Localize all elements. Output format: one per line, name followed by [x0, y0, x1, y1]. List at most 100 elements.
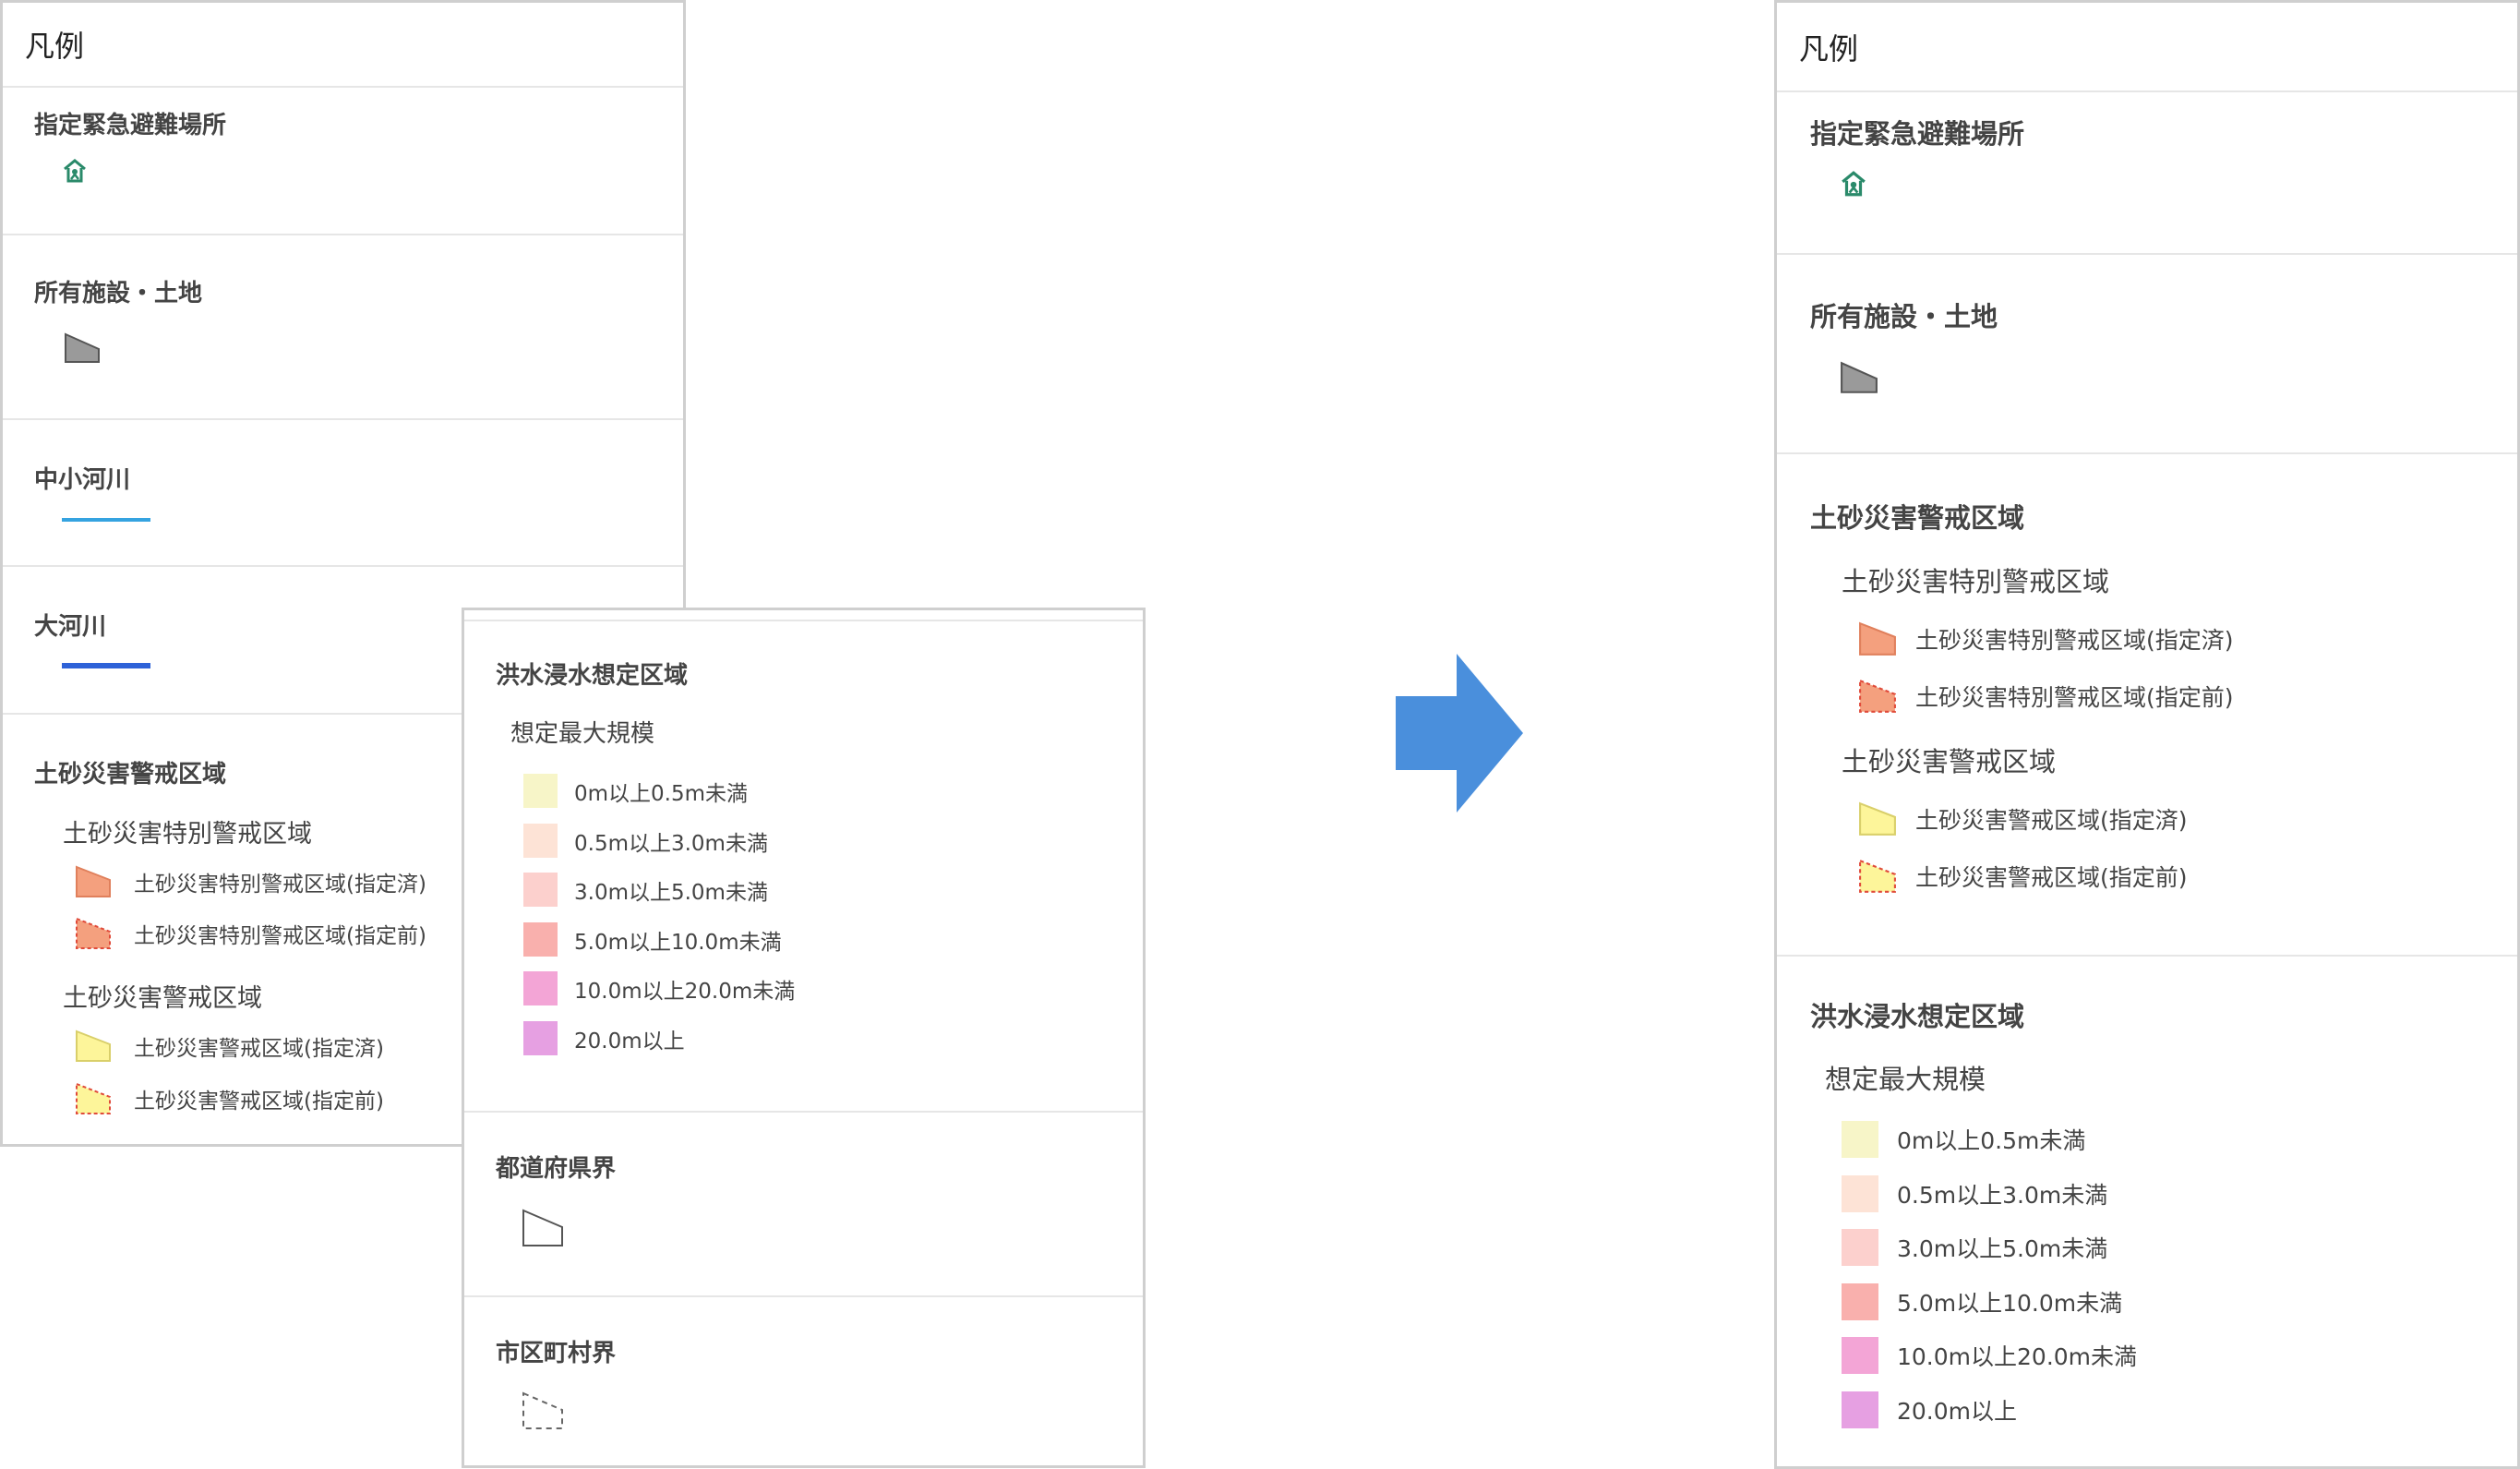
- large-river-line-symbol: [62, 663, 150, 668]
- landslide-warning-designated-item: 土砂災害警戒区域(指定済): [1858, 801, 2188, 837]
- facility-section-title: 所有施設・土地: [34, 280, 203, 307]
- landslide-section-title: 土砂災害警戒区域: [1810, 502, 2025, 534]
- evacuation-shelter-icon: [1842, 171, 1866, 197]
- flood-depth-label: 5.0m以上10.0m未満: [1897, 1290, 2123, 1317]
- landslide-special-predesignated-item: 土砂災害特別警戒区域(指定前): [1858, 678, 2234, 715]
- flood-subtitle: 想定最大規模: [510, 720, 655, 748]
- flood-depth-label: 0.5m以上3.0m未満: [1897, 1182, 2108, 1209]
- landslide-section-title: 土砂災害警戒区域: [34, 761, 227, 789]
- flood-depth-swatch: [1842, 1283, 1878, 1320]
- flood-depth-swatch: [523, 1021, 558, 1055]
- flood-depth-swatch: [523, 873, 558, 907]
- yellow-polygon-icon: [1859, 801, 1896, 836]
- flood-depth-swatch: [1842, 1229, 1878, 1266]
- prefecture-border-section: 都道府県界: [464, 1113, 1143, 1297]
- yellow-dashed-polygon-icon: [76, 1082, 111, 1114]
- legend-panel-after: 凡例 指定緊急避難場所 所有施設・土地 土砂災害警戒区域 土砂災害特別警戒区域 …: [1774, 0, 2520, 1469]
- dashed-polygon-icon: [522, 1391, 563, 1429]
- prefecture-border-title: 都道府県界: [496, 1155, 617, 1183]
- flood-depth-label: 10.0m以上20.0m未満: [1897, 1343, 2138, 1370]
- legend-title: 凡例: [1777, 3, 2517, 92]
- flood-depth-swatch: [523, 824, 558, 858]
- facility-section: 所有施設・土地: [1777, 255, 2517, 454]
- small-river-section: 中小河川: [3, 420, 683, 567]
- flood-depth-item: 0m以上0.5m未満: [523, 774, 748, 808]
- municipality-border-section: 市区町村界: [464, 1297, 1143, 1463]
- landslide-special-designated-label: 土砂災害特別警戒区域(指定済): [134, 873, 426, 897]
- landslide-warning-predesignated-item: 土砂災害警戒区域(指定前): [1858, 858, 2188, 895]
- shelter-section: 指定緊急避難場所: [1777, 92, 2517, 255]
- landslide-special-subtitle: 土砂災害特別警戒区域: [1842, 566, 2110, 597]
- flood-depth-label: 0m以上0.5m未満: [574, 781, 749, 806]
- flood-depth-swatch: [523, 971, 558, 1005]
- landslide-warning-predesignated-label: 土砂災害警戒区域(指定前): [134, 1090, 384, 1114]
- large-river-section-title: 大河川: [34, 613, 107, 641]
- flood-depth-swatch: [1842, 1175, 1878, 1212]
- orange-polygon-icon: [76, 865, 111, 897]
- flood-depth-swatch: [1842, 1391, 1878, 1428]
- flood-depth-swatch: [523, 922, 558, 957]
- landslide-warning-designated-item: 土砂災害警戒区域(指定済): [75, 1030, 384, 1063]
- landslide-special-designated-label: 土砂災害特別警戒区域(指定済): [1915, 627, 2234, 654]
- flood-depth-item: 20.0m以上: [523, 1021, 685, 1055]
- flood-depth-label: 0.5m以上3.0m未満: [574, 831, 768, 856]
- landslide-warning-subtitle: 土砂災害警戒区域: [1842, 746, 2057, 777]
- landslide-warning-subtitle: 土砂災害警戒区域: [63, 984, 262, 1013]
- flood-depth-item: 5.0m以上10.0m未満: [523, 922, 782, 957]
- flood-depth-label: 20.0m以上: [574, 1029, 685, 1054]
- facility-section-title: 所有施設・土地: [1810, 301, 1998, 332]
- flood-section-title: 洪水浸水想定区域: [1810, 1001, 2025, 1032]
- flood-section-title: 洪水浸水想定区域: [496, 662, 689, 690]
- small-river-section-title: 中小河川: [34, 466, 131, 494]
- flood-depth-swatch: [523, 774, 558, 808]
- flood-depth-item: 10.0m以上20.0m未満: [1842, 1337, 2137, 1374]
- flood-section: 洪水浸水想定区域 想定最大規模 0m以上0.5m未満 0.5m以上3.0m未満 …: [464, 620, 1143, 1113]
- yellow-polygon-icon: [76, 1030, 111, 1062]
- landslide-special-predesignated-item: 土砂災害特別警戒区域(指定前): [75, 917, 426, 950]
- flood-depth-item: 10.0m以上20.0m未満: [523, 971, 795, 1005]
- orange-polygon-icon: [1859, 621, 1896, 656]
- gray-polygon-icon: [65, 332, 100, 363]
- legend-title: 凡例: [3, 3, 683, 88]
- flood-depth-label: 0m以上0.5m未満: [1897, 1127, 2086, 1154]
- outline-polygon-icon: [522, 1209, 563, 1246]
- landslide-special-predesignated-label: 土砂災害特別警戒区域(指定前): [1915, 684, 2234, 711]
- flood-depth-item: 3.0m以上5.0m未満: [1842, 1229, 2107, 1266]
- flood-depth-label: 20.0m以上: [1897, 1398, 2018, 1425]
- gray-polygon-icon: [1841, 361, 1878, 393]
- landslide-special-predesignated-label: 土砂災害特別警戒区域(指定前): [134, 924, 426, 948]
- flood-depth-swatch: [1842, 1121, 1878, 1158]
- landslide-warning-designated-label: 土砂災害警戒区域(指定済): [1915, 807, 2188, 834]
- landslide-warning-predesignated-label: 土砂災害警戒区域(指定前): [1915, 864, 2188, 891]
- shelter-section-title: 指定緊急避難場所: [1810, 118, 2025, 150]
- flood-depth-label: 5.0m以上10.0m未満: [574, 930, 782, 955]
- right-arrow-icon: [1396, 654, 1523, 813]
- flood-depth-label: 3.0m以上5.0m未満: [1897, 1235, 2108, 1262]
- flood-depth-item: 0.5m以上3.0m未満: [1842, 1175, 2107, 1212]
- shelter-section: 指定緊急避難場所: [3, 88, 683, 235]
- facility-section: 所有施設・土地: [3, 235, 683, 420]
- shelter-section-title: 指定緊急避難場所: [34, 112, 227, 139]
- landslide-special-designated-item: 土砂災害特別警戒区域(指定済): [1858, 620, 2234, 657]
- legend-panel-scrolled: 洪水浸水想定区域 想定最大規模 0m以上0.5m未満 0.5m以上3.0m未満 …: [462, 608, 1146, 1468]
- flood-depth-item: 0.5m以上3.0m未満: [523, 824, 768, 858]
- landslide-warning-designated-label: 土砂災害警戒区域(指定済): [134, 1037, 384, 1061]
- flood-depth-swatch: [1842, 1337, 1878, 1374]
- small-river-line-symbol: [62, 518, 150, 522]
- flood-depth-item: 20.0m以上: [1842, 1391, 2017, 1428]
- flood-depth-label: 3.0m以上5.0m未満: [574, 880, 768, 905]
- flood-depth-item: 3.0m以上5.0m未満: [523, 873, 768, 907]
- landslide-special-designated-item: 土砂災害特別警戒区域(指定済): [75, 865, 426, 898]
- yellow-dashed-polygon-icon: [1859, 859, 1896, 893]
- landslide-section: 土砂災害警戒区域 土砂災害特別警戒区域 土砂災害特別警戒区域(指定済) 土砂災害…: [1777, 454, 2517, 957]
- flood-subtitle: 想定最大規模: [1825, 1064, 1986, 1095]
- orange-dashed-polygon-icon: [76, 917, 111, 949]
- municipality-border-title: 市区町村界: [496, 1340, 617, 1367]
- flood-depth-item: 0m以上0.5m未満: [1842, 1121, 2085, 1158]
- flood-depth-item: 5.0m以上10.0m未満: [1842, 1283, 2122, 1320]
- flood-section: 洪水浸水想定区域 想定最大規模 0m以上0.5m未満 0.5m以上3.0m未満 …: [1777, 957, 2517, 1464]
- evacuation-shelter-icon: [64, 159, 86, 183]
- landslide-warning-predesignated-item: 土砂災害警戒区域(指定前): [75, 1082, 384, 1115]
- flood-depth-label: 10.0m以上20.0m未満: [574, 979, 796, 1004]
- orange-dashed-polygon-icon: [1859, 679, 1896, 713]
